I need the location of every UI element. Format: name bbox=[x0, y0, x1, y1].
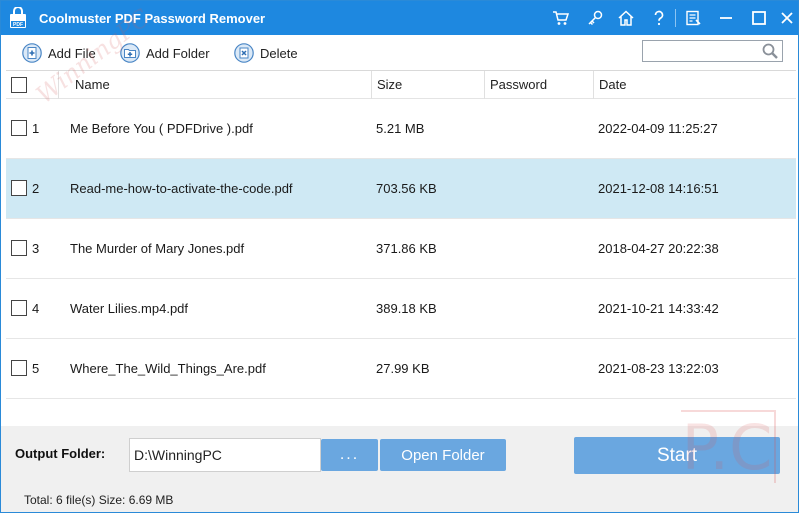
add-folder-label: Add Folder bbox=[146, 45, 210, 61]
file-size: 703.56 KB bbox=[376, 181, 437, 196]
row-index: 4 bbox=[32, 301, 40, 316]
file-size: 27.99 KB bbox=[376, 361, 430, 376]
row-index: 5 bbox=[32, 361, 40, 376]
table-row[interactable]: 5 Where_The_Wild_Things_Are.pdf 27.99 KB… bbox=[6, 339, 796, 399]
column-header-date[interactable]: Date bbox=[599, 71, 626, 99]
row-checkbox[interactable] bbox=[11, 240, 27, 256]
select-all-checkbox[interactable] bbox=[11, 77, 27, 93]
delete-label: Delete bbox=[260, 45, 298, 61]
row-checkbox[interactable] bbox=[11, 180, 27, 196]
feedback-icon[interactable] bbox=[683, 8, 703, 28]
app-window: PDF Coolmuster PDF Password Remover Add … bbox=[0, 0, 799, 513]
title-bar-separator bbox=[675, 9, 676, 27]
column-header-name[interactable]: Name bbox=[75, 71, 110, 99]
row-index: 1 bbox=[32, 121, 40, 136]
file-name: Where_The_Wild_Things_Are.pdf bbox=[70, 361, 266, 376]
output-panel: Output Folder: D:\WinningPC ... Open Fol… bbox=[1, 426, 798, 488]
search-input[interactable] bbox=[646, 43, 758, 59]
file-name: Me Before You ( PDFDrive ).pdf bbox=[70, 121, 253, 136]
help-icon[interactable] bbox=[649, 8, 669, 28]
cart-icon[interactable] bbox=[550, 8, 570, 28]
window-title: Coolmuster PDF Password Remover bbox=[39, 11, 266, 26]
table-row-selected[interactable]: 2 Read-me-how-to-activate-the-code.pdf 7… bbox=[6, 159, 796, 219]
pdf-lock-app-icon: PDF bbox=[10, 7, 26, 28]
column-divider bbox=[484, 71, 485, 99]
minimize-icon[interactable] bbox=[716, 8, 736, 28]
start-button[interactable]: Start bbox=[574, 437, 780, 474]
file-size: 371.86 KB bbox=[376, 241, 437, 256]
app-icon-label: PDF bbox=[13, 22, 23, 28]
file-name: The Murder of Mary Jones.pdf bbox=[70, 241, 245, 256]
file-name: Read-me-how-to-activate-the-code.pdf bbox=[70, 181, 293, 196]
row-index: 2 bbox=[32, 181, 40, 196]
row-index: 3 bbox=[32, 241, 40, 256]
file-date: 2021-12-08 14:16:51 bbox=[598, 181, 719, 196]
add-file-label: Add File bbox=[48, 45, 96, 61]
file-name: Water Lilies.mp4.pdf bbox=[70, 301, 189, 316]
status-text: Total: 6 file(s) Size: 6.69 MB bbox=[24, 493, 174, 507]
output-folder-field[interactable]: D:\WinningPC bbox=[129, 438, 321, 472]
file-date: 2021-08-23 13:22:03 bbox=[598, 361, 719, 376]
table-row[interactable]: 1 Me Before You ( PDFDrive ).pdf 5.21 MB… bbox=[6, 99, 796, 159]
table-row-empty bbox=[6, 399, 796, 426]
add-file-icon bbox=[22, 43, 42, 63]
column-divider bbox=[371, 71, 372, 99]
table-row[interactable]: 3 The Murder of Mary Jones.pdf 371.86 KB… bbox=[6, 219, 796, 279]
open-folder-button[interactable]: Open Folder bbox=[380, 439, 506, 471]
delete-icon bbox=[234, 43, 254, 63]
key-icon[interactable] bbox=[585, 8, 605, 28]
file-size: 5.21 MB bbox=[376, 121, 425, 136]
table-header: Name Size Password Date bbox=[6, 71, 796, 99]
file-table: Name Size Password Date 1 Me Before You … bbox=[6, 70, 796, 426]
file-date: 2018-04-27 20:22:38 bbox=[598, 241, 719, 256]
status-bar: Total: 6 file(s) Size: 6.69 MB bbox=[1, 488, 798, 512]
column-divider bbox=[593, 71, 594, 99]
row-checkbox[interactable] bbox=[11, 360, 27, 376]
output-folder-label: Output Folder: bbox=[15, 446, 106, 461]
row-checkbox[interactable] bbox=[11, 120, 27, 136]
add-file-button[interactable]: Add File bbox=[22, 43, 96, 63]
file-size: 389.18 KB bbox=[376, 301, 437, 316]
column-header-size[interactable]: Size bbox=[377, 71, 402, 99]
browse-folder-button[interactable]: ... bbox=[321, 439, 378, 471]
close-icon[interactable] bbox=[777, 8, 797, 28]
column-header-password[interactable]: Password bbox=[490, 71, 547, 99]
search-box[interactable] bbox=[642, 40, 783, 62]
file-date: 2022-04-09 11:25:27 bbox=[598, 121, 718, 136]
add-folder-icon bbox=[120, 43, 140, 63]
row-checkbox[interactable] bbox=[11, 300, 27, 316]
delete-button[interactable]: Delete bbox=[234, 43, 298, 63]
search-icon[interactable] bbox=[761, 42, 779, 60]
maximize-icon[interactable] bbox=[749, 8, 769, 28]
column-divider bbox=[58, 71, 59, 99]
table-row[interactable]: 4 Water Lilies.mp4.pdf 389.18 KB 2021-10… bbox=[6, 279, 796, 339]
file-date: 2021-10-21 14:33:42 bbox=[598, 301, 719, 316]
toolbar: Add File Add Folder Delete bbox=[1, 35, 798, 69]
home-icon[interactable] bbox=[616, 8, 636, 28]
title-bar[interactable]: PDF Coolmuster PDF Password Remover bbox=[1, 1, 798, 35]
add-folder-button[interactable]: Add Folder bbox=[120, 43, 210, 63]
